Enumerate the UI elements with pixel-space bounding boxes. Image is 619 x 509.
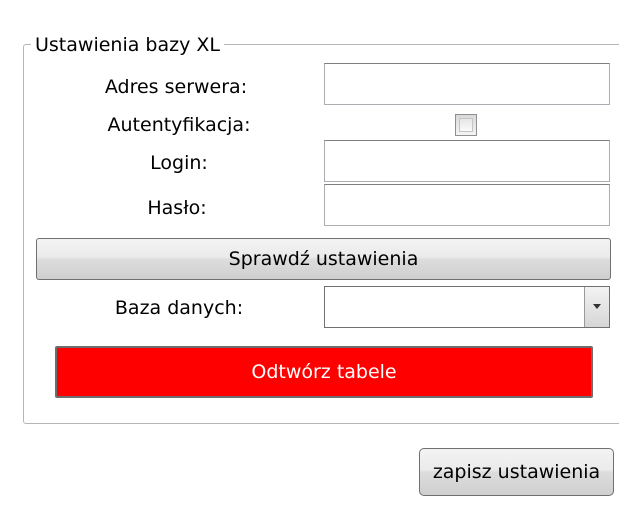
server-address-input[interactable] — [324, 63, 610, 105]
database-label: Baza danych: — [114, 297, 244, 319]
login-label: Login: — [150, 152, 208, 174]
authentication-label: Autentyfikacja: — [107, 114, 251, 136]
login-input[interactable] — [324, 140, 610, 182]
password-label: Hasło: — [147, 197, 207, 219]
password-input[interactable] — [324, 184, 610, 226]
settings-panel: Ustawienia bazy XL Adres serwera: Autent… — [0, 0, 619, 509]
recreate-tables-button[interactable]: Odtwórz tabele — [55, 346, 593, 398]
chevron-down-icon[interactable] — [584, 287, 609, 327]
save-settings-button[interactable]: zapisz ustawienia — [419, 448, 614, 496]
group-title: Ustawienia bazy XL — [31, 34, 224, 56]
check-settings-button[interactable]: Sprawdź ustawienia — [36, 238, 611, 280]
server-address-label: Adres serwera: — [104, 76, 248, 98]
database-select[interactable] — [324, 286, 610, 328]
authentication-checkbox[interactable] — [455, 114, 477, 136]
